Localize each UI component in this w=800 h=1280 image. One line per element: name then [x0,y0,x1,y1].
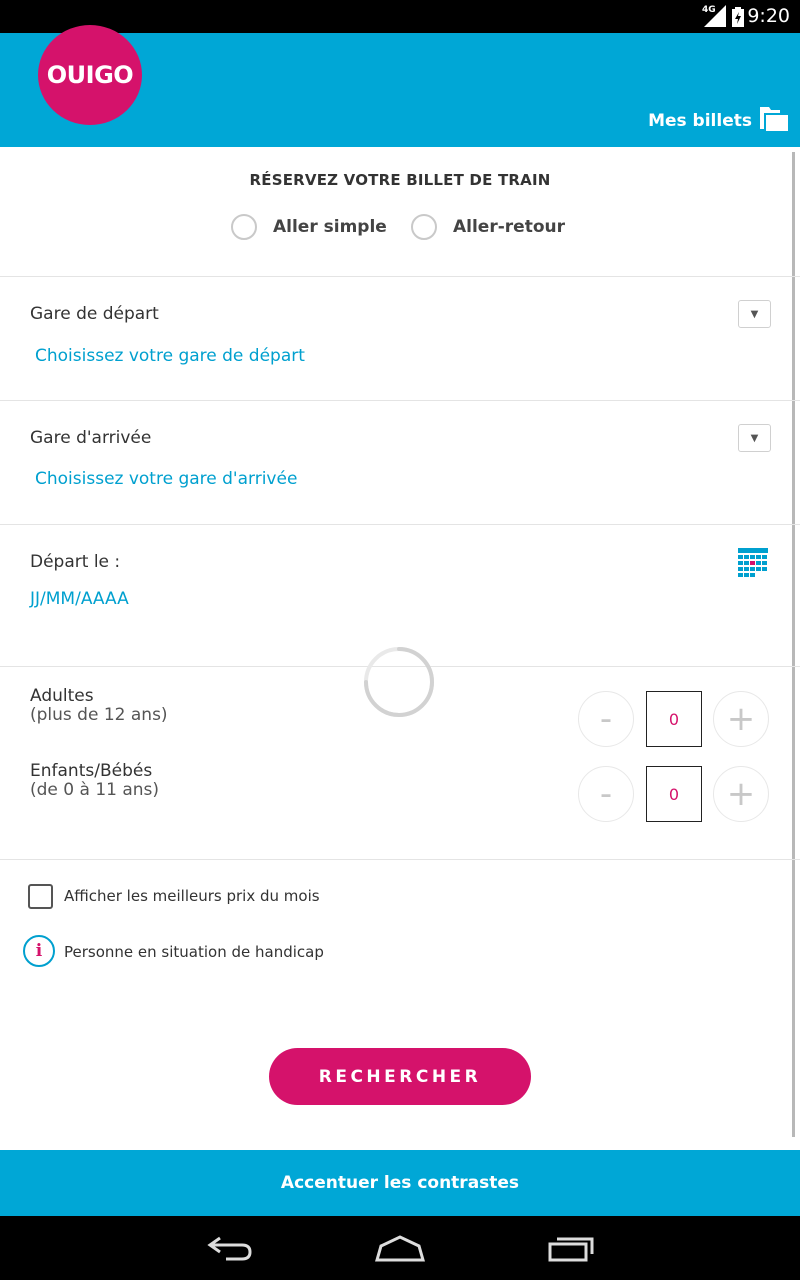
my-tickets-label: Mes billets [648,110,752,131]
adults-label: Adultes [30,686,94,706]
info-icon[interactable]: i [23,935,55,967]
children-count: 0 [646,766,702,822]
status-bar: 4G 9:20 [0,0,800,33]
folder-icon [760,105,788,136]
contrast-toggle-button[interactable]: Accentuer les contrastes [0,1150,800,1216]
handicap-link[interactable]: Personne en situation de handicap [64,943,324,961]
radio-round-trip[interactable]: Aller-retour [411,214,565,240]
home-icon[interactable] [370,1230,430,1266]
date-input[interactable]: JJ/MM/AAAA [30,589,129,609]
radio-one-way-label: Aller simple [273,217,387,237]
adults-count: 0 [646,691,702,747]
calendar-icon[interactable] [738,548,768,582]
arrival-station-select[interactable]: Choisissez votre gare d'arrivée [35,469,297,489]
chevron-down-icon: ▼ [750,432,759,444]
app-header: OUIGO Mes billets [0,25,800,147]
best-prices-checkbox[interactable] [28,884,53,909]
logo-text: OUIGO [46,61,134,89]
arrival-dropdown-button[interactable]: ▼ [738,424,771,452]
back-icon[interactable] [200,1230,260,1266]
chevron-down-icon: ▼ [750,308,759,320]
network-type: 4G [702,5,716,15]
radio-one-way[interactable]: Aller simple [231,214,387,240]
departure-station-label: Gare de départ [30,304,159,324]
departure-station-section: Gare de départ ▼ Choisissez votre gare d… [0,277,800,401]
children-label-group: Enfants/Bébés (de 0 à 11 ans) [30,762,159,800]
status-icons: 4G [702,5,744,27]
info-glyph: i [35,941,43,961]
date-label: Départ le : [30,552,121,572]
my-tickets-button[interactable]: Mes billets [648,105,788,136]
adults-sublabel: (plus de 12 ans) [30,705,168,725]
search-button[interactable]: RECHERCHER [269,1048,531,1105]
children-minus-button[interactable]: - [578,766,634,822]
radio-circle[interactable] [411,214,437,240]
arrival-station-label: Gare d'arrivée [30,428,152,448]
trip-type-section: RÉSERVEZ VOTRE BILLET DE TRAIN Aller sim… [0,147,800,277]
departure-station-select[interactable]: Choisissez votre gare de départ [35,346,305,366]
best-prices-label[interactable]: Afficher les meilleurs prix du mois [64,887,320,905]
adults-plus-button[interactable]: + [713,691,769,747]
radio-circle[interactable] [231,214,257,240]
children-plus-button[interactable]: + [713,766,769,822]
radio-round-trip-label: Aller-retour [453,217,565,237]
battery-icon [732,7,744,27]
passengers-section: Adultes (plus de 12 ans) - 0 + Enfants/B… [0,667,800,860]
arrival-station-section: Gare d'arrivée ▼ Choisissez votre gare d… [0,401,800,525]
departure-dropdown-button[interactable]: ▼ [738,300,771,328]
page-title: RÉSERVEZ VOTRE BILLET DE TRAIN [249,171,551,189]
signal-icon: 4G [702,5,726,27]
children-label: Enfants/Bébés [30,761,153,781]
adults-minus-button[interactable]: - [578,691,634,747]
ouigo-logo[interactable]: OUIGO [38,25,142,125]
status-clock: 9:20 [747,5,790,27]
recents-icon[interactable] [541,1230,601,1266]
children-sublabel: (de 0 à 11 ans) [30,780,160,800]
system-nav-bar [0,1216,800,1280]
adults-label-group: Adultes (plus de 12 ans) [30,687,168,725]
